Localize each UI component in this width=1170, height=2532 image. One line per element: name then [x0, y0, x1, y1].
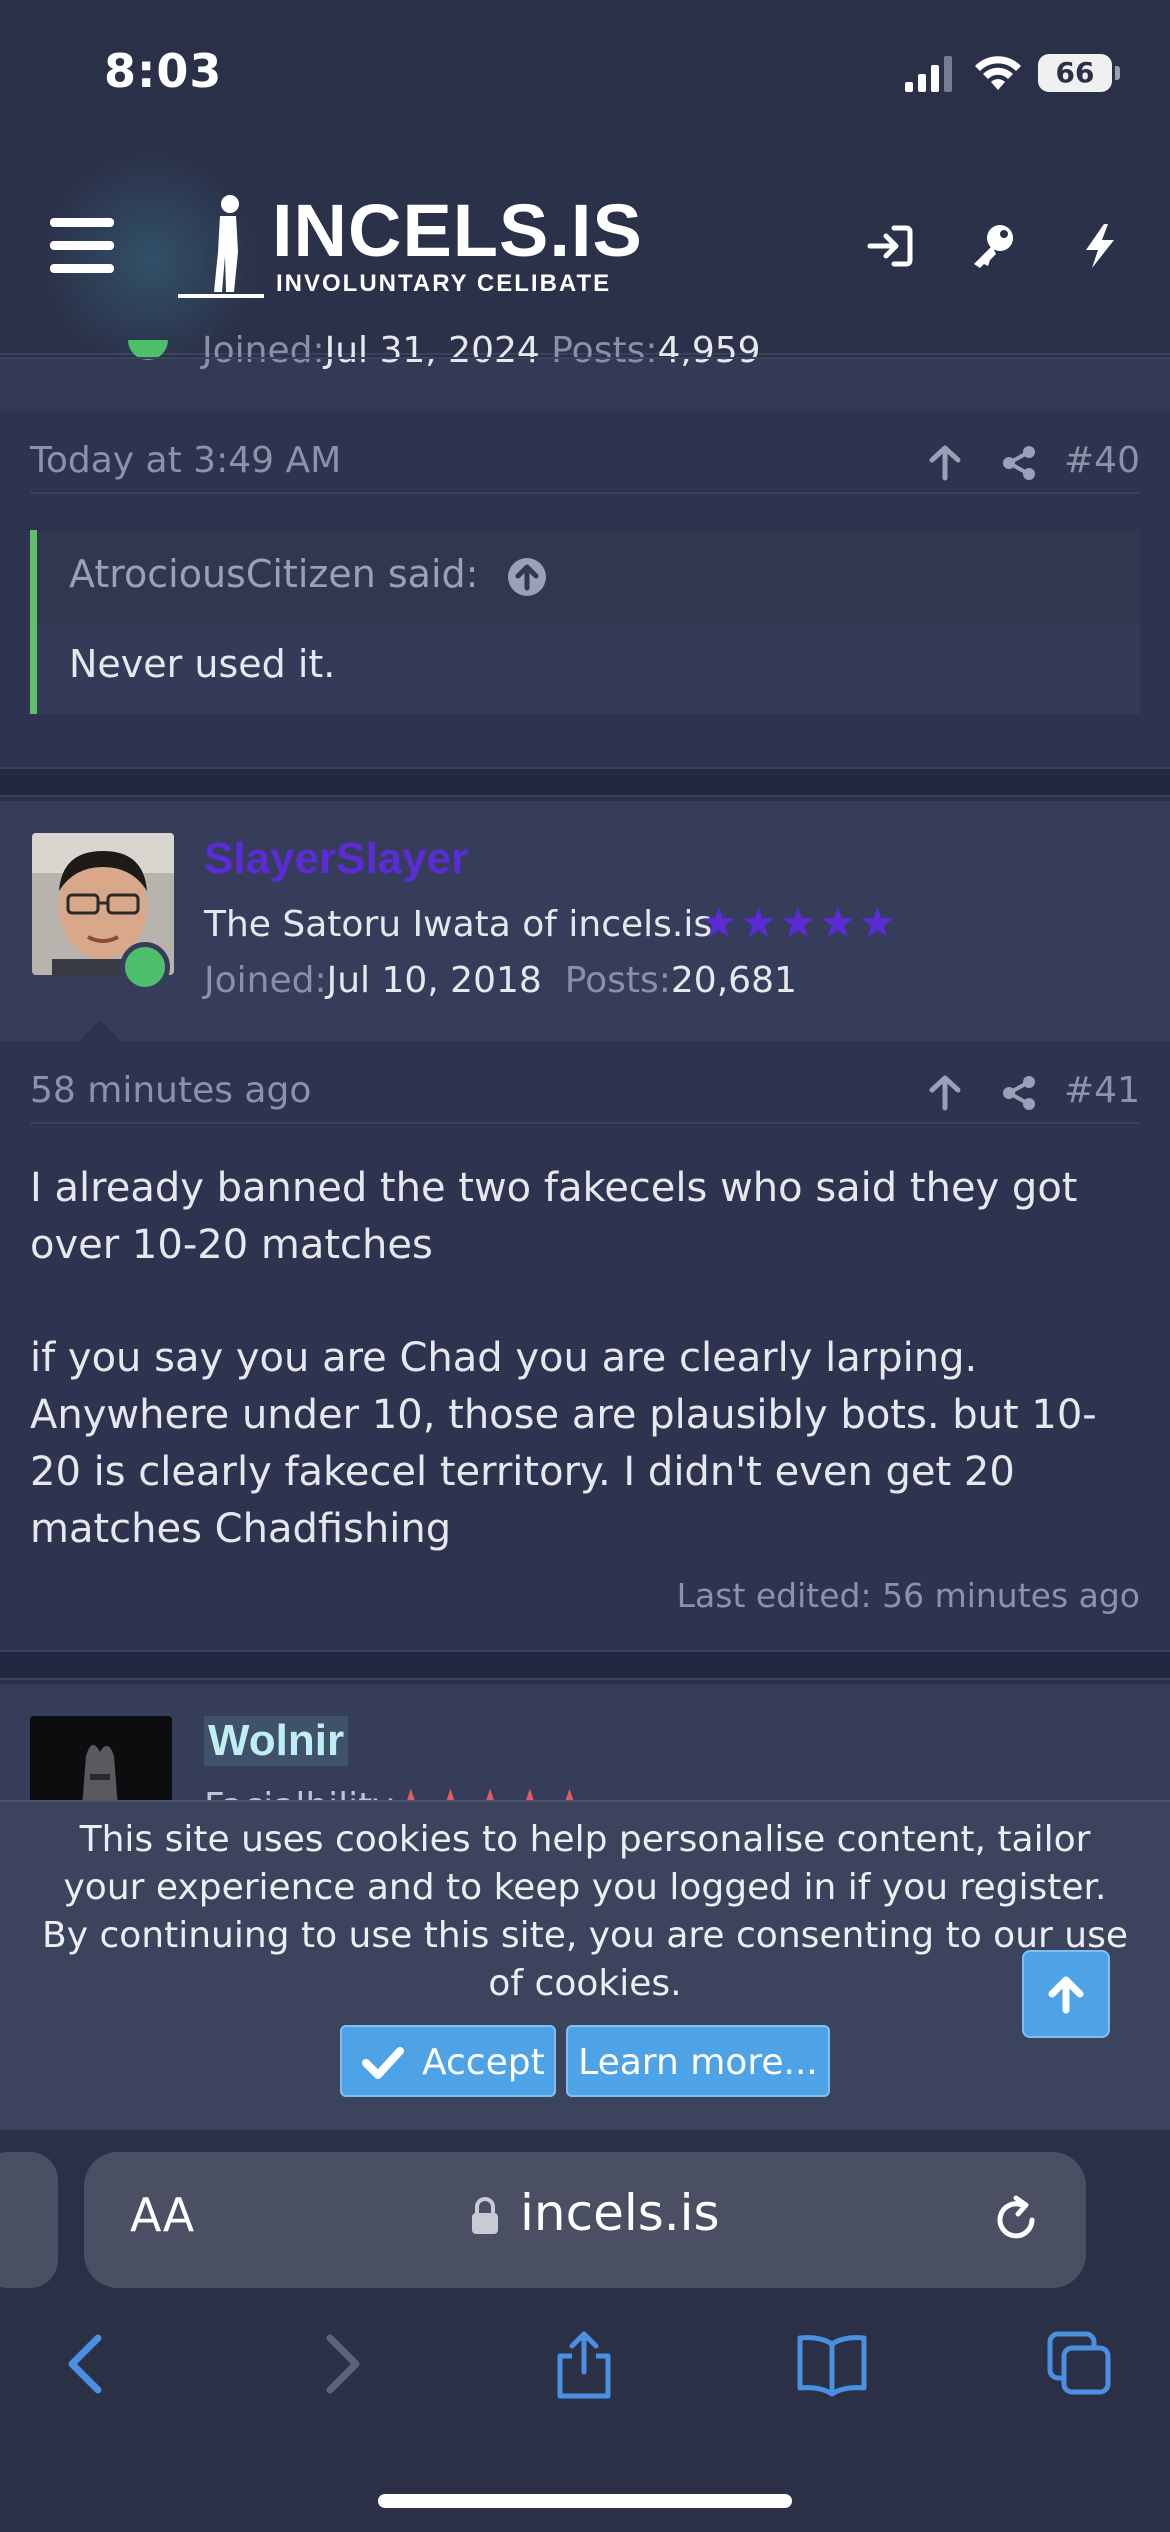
post-timestamp[interactable]: Today at 3:49 AM: [30, 440, 341, 481]
accept-cookies-button[interactable]: Accept: [340, 2025, 556, 2097]
cookie-text: This site uses cookies to help personali…: [42, 1819, 1128, 2004]
post-41-paragraph-2: if you say you are Chad you are clearly …: [30, 1335, 1097, 1552]
user-block-pointer: [78, 1020, 122, 1042]
tabs-icon[interactable]: [1044, 2328, 1116, 2400]
post-separator: [0, 1650, 1170, 1680]
share-icon[interactable]: [1000, 444, 1038, 482]
site-logo-subtitle: INVOLUNTARY CELIBATE: [276, 270, 612, 297]
share-sheet-icon[interactable]: [548, 2328, 620, 2400]
site-logo-title[interactable]: INCELS.IS: [272, 188, 643, 273]
wifi-icon: [975, 56, 1021, 90]
post-41-username[interactable]: SlayerSlayer: [204, 834, 468, 884]
quote-author[interactable]: AtrociousCitizen said:: [69, 552, 478, 596]
post-40-meta: Today at 3:49 AM #40: [30, 430, 1140, 494]
arrow-up-icon: [1048, 1976, 1084, 2014]
learn-more-button[interactable]: Learn more...: [566, 2025, 830, 2097]
back-icon[interactable]: [52, 2328, 124, 2400]
rating-stars: ★★★★★: [700, 898, 899, 947]
forward-icon[interactable]: [304, 2328, 376, 2400]
last-edited: Last edited: 56 minutes ago: [676, 1576, 1140, 1615]
login-icon[interactable]: [866, 222, 914, 270]
menu-icon[interactable]: [50, 218, 114, 274]
post-separator: [0, 767, 1170, 797]
cellular-signal-icon: [905, 56, 952, 92]
upvote-icon[interactable]: [926, 444, 964, 482]
key-icon[interactable]: [968, 222, 1016, 270]
scroll-to-top-button[interactable]: [1022, 1950, 1110, 2038]
previous-tab-preview[interactable]: [0, 2152, 58, 2288]
post-timestamp[interactable]: 58 minutes ago: [30, 1070, 311, 1111]
post-41-meta: 58 minutes ago #41: [30, 1060, 1140, 1124]
bolt-icon[interactable]: [1076, 222, 1124, 270]
logo-figure-icon: [178, 195, 264, 298]
bookmarks-icon[interactable]: [796, 2328, 868, 2400]
home-indicator[interactable]: [378, 2494, 792, 2508]
post-number[interactable]: #40: [1064, 440, 1140, 481]
share-icon[interactable]: [1000, 1074, 1038, 1112]
check-icon: [362, 2047, 404, 2079]
post-41-paragraph-1: I already banned the two fakecels who sa…: [30, 1165, 1078, 1268]
upvote-icon[interactable]: [926, 1074, 964, 1112]
quote-text: Never used it.: [69, 642, 336, 686]
reader-options-button[interactable]: AA: [130, 2188, 194, 2242]
post-41-user-stats: Joined:Jul 10, 2018 Posts:20,681: [204, 960, 797, 1001]
status-time: 8:03: [104, 44, 223, 98]
battery-indicator: 66: [1038, 54, 1120, 92]
url-text[interactable]: incels.is: [520, 2184, 720, 2242]
quote-block: AtrociousCitizen said: Never used it.: [30, 530, 1140, 714]
lock-icon: [472, 2197, 498, 2234]
online-indicator: [120, 942, 170, 992]
reload-icon[interactable]: [990, 2194, 1042, 2246]
post-42-username[interactable]: Wolnir: [204, 1716, 349, 1766]
quote-jump-icon[interactable]: [507, 557, 547, 597]
post-41-user-title: The Satoru Iwata of incels.is: [204, 904, 713, 945]
post-number[interactable]: #41: [1064, 1070, 1140, 1111]
